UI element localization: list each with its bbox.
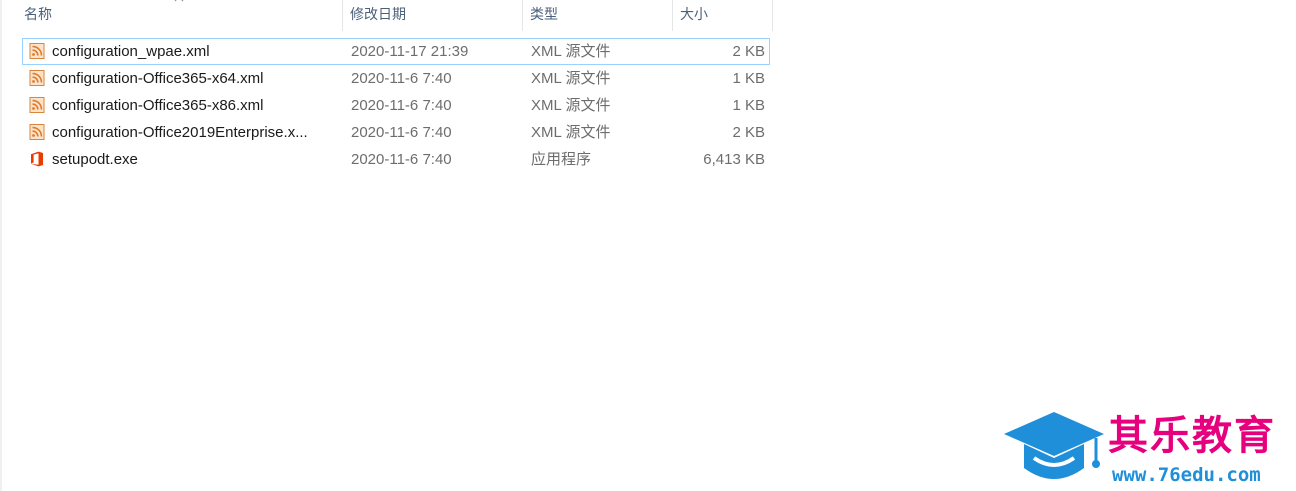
column-header-type-label: 类型 [530,6,558,22]
file-size: 1 KB [732,97,765,114]
file-name: configuration-Office365-x86.xml [52,97,264,114]
file-type: 应用程序 [531,151,592,168]
watermark-logo: 其乐教育 www.76edu.com [1000,410,1296,491]
file-type: XML 源文件 [531,124,611,141]
file-size: 2 KB [732,43,765,60]
file-type: XML 源文件 [531,97,611,114]
column-header-name-label: 名称 [24,6,52,22]
column-header-type[interactable]: 类型 [523,0,673,31]
column-header-size-label: 大小 [680,6,708,22]
file-row[interactable]: setupodt.exe 2020-11-6 7:40 应用程序 6,413 K… [22,146,770,173]
file-size: 1 KB [732,70,765,87]
file-size: 6,413 KB [703,151,765,168]
file-type: XML 源文件 [531,70,611,87]
office-logo-icon [31,151,43,167]
file-list: configuration_wpae.xml 2020-11-17 21:39 … [22,38,770,173]
file-size: 2 KB [732,124,765,141]
graduation-cap-icon [1004,412,1104,479]
file-date: 2020-11-6 7:40 [351,151,452,168]
file-row[interactable]: configuration_wpae.xml 2020-11-17 21:39 … [22,38,770,65]
watermark-title: 其乐教育 [1108,413,1276,459]
column-header: 名称 修改日期 类型 大小 [0,0,775,31]
file-row[interactable]: configuration-Office365-x64.xml 2020-11-… [22,65,770,92]
column-header-size[interactable]: 大小 [673,0,773,31]
column-header-date[interactable]: 修改日期 [343,0,523,31]
file-date: 2020-11-6 7:40 [351,124,452,141]
watermark-url: www.76edu.com [1112,464,1261,486]
column-header-date-label: 修改日期 [350,6,406,22]
xml-feed-icon [29,70,45,86]
left-edge [0,0,2,491]
file-row[interactable]: configuration-Office2019Enterprise.x... … [22,119,770,146]
file-name: configuration-Office365-x64.xml [52,70,264,87]
file-name: configuration-Office2019Enterprise.x... [52,124,308,141]
file-date: 2020-11-6 7:40 [351,97,452,114]
xml-feed-icon [29,124,45,140]
column-header-name[interactable]: 名称 [0,0,343,31]
chevron-up-icon [174,0,184,2]
file-date: 2020-11-17 21:39 [351,43,469,60]
xml-feed-icon [29,97,45,113]
file-type: XML 源文件 [531,43,611,60]
file-name: configuration_wpae.xml [52,43,210,60]
xml-feed-icon [29,43,45,59]
file-row[interactable]: configuration-Office365-x86.xml 2020-11-… [22,92,770,119]
file-explorer-view: 名称 修改日期 类型 大小 configuration_wpae.xml 202… [0,0,1296,491]
file-name: setupodt.exe [52,151,138,168]
file-date: 2020-11-6 7:40 [351,70,452,87]
